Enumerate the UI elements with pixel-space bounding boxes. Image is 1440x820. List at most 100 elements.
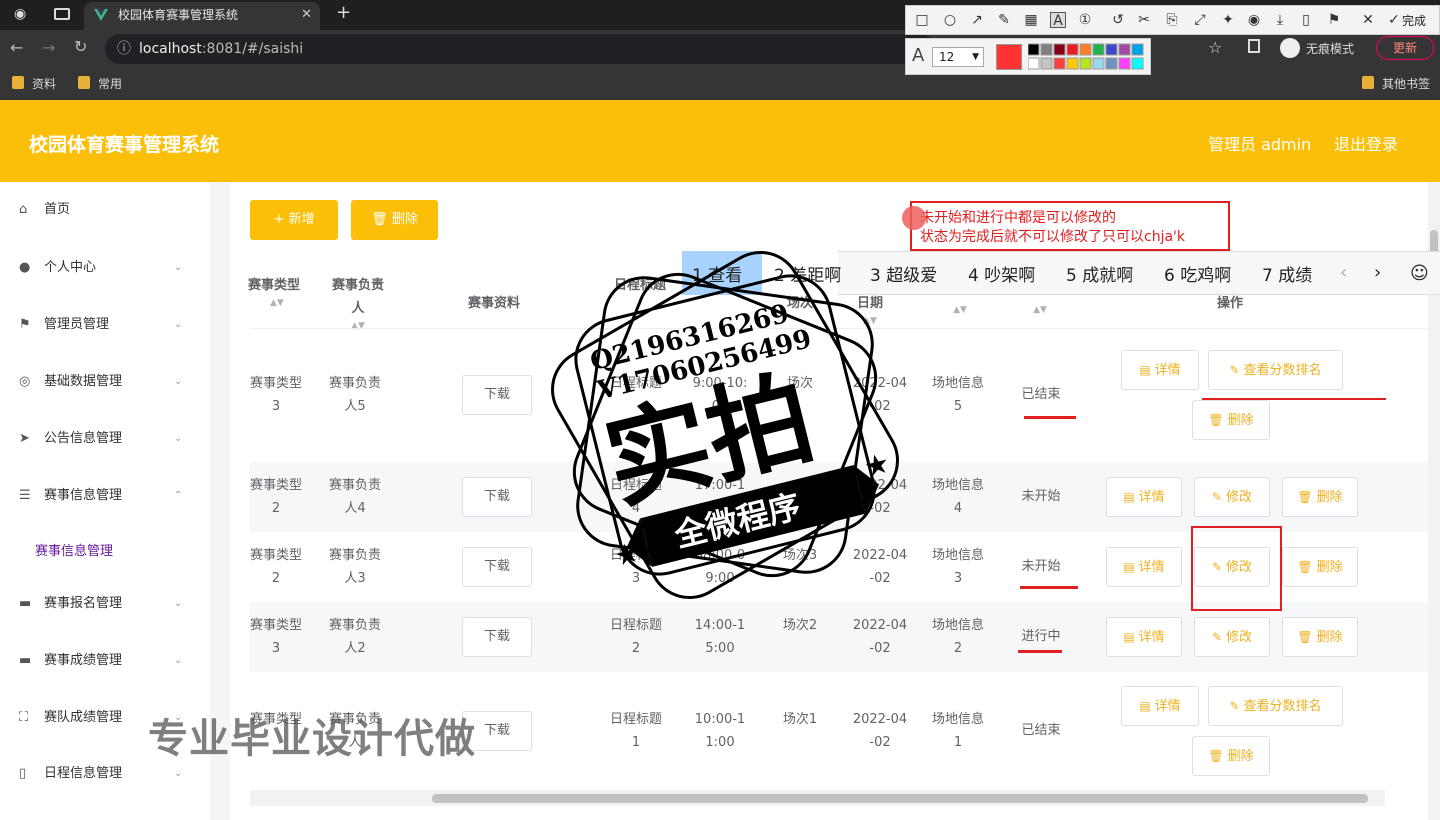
browser-tab[interactable]: 校园体育赛事管理系统 ✕ <box>84 2 320 30</box>
sidebar-item-profile[interactable]: ● 个人中心 ⌄ <box>0 248 210 288</box>
delete-button[interactable]: 🗑 删除 <box>1282 617 1358 657</box>
ellipse-tool-icon[interactable]: ○ <box>942 12 958 28</box>
color-swatch[interactable] <box>1105 43 1118 56</box>
number-tool-icon[interactable]: ① <box>1077 12 1093 28</box>
bookmark-item[interactable]: 常用 <box>78 75 122 92</box>
color-swatch[interactable] <box>1040 57 1053 70</box>
sidebar-item-basedata[interactable]: ◎ 基础数据管理 ⌄ <box>0 362 210 402</box>
phone-icon[interactable]: ▯ <box>1298 12 1314 28</box>
undo-icon[interactable]: ↺ <box>1110 12 1126 28</box>
ime-candidate[interactable]: 6 吃鸡啊 <box>1164 261 1231 286</box>
pin-icon[interactable]: ✦ <box>1220 12 1236 28</box>
color-swatch[interactable] <box>1066 43 1079 56</box>
globe-icon[interactable]: ◉ <box>14 6 26 22</box>
ime-candidate[interactable]: 4 吵架啊 <box>968 261 1035 286</box>
logout-link[interactable]: 退出登录 <box>1334 131 1398 155</box>
color-swatch[interactable] <box>1092 43 1105 56</box>
update-button[interactable]: 更新 <box>1376 36 1434 60</box>
detail-button[interactable]: ▤ 详情 <box>1121 350 1199 390</box>
detail-button[interactable]: ▤ 详情 <box>1106 477 1182 517</box>
sidebar-subitem-event-info[interactable]: 赛事信息管理 <box>35 540 113 559</box>
detail-button[interactable]: ▤ 详情 <box>1121 686 1199 726</box>
color-swatch[interactable] <box>1066 57 1079 70</box>
sidebar-item-score[interactable]: ▬ 赛事成绩管理 ⌄ <box>0 641 210 681</box>
sort-icon[interactable]: ▲▼ <box>248 297 304 309</box>
record-icon[interactable]: ◉ <box>1246 12 1262 28</box>
star-icon[interactable]: ☆ <box>1208 38 1222 57</box>
forward-icon[interactable]: → <box>42 38 55 57</box>
color-swatch[interactable] <box>1105 57 1118 70</box>
edit-button[interactable]: ✎ 修改 <box>1194 617 1270 657</box>
annotation-textbox[interactable]: 未开始和进行中都是可以修改的 状态为完成后就不可以修改了只可以chja'k <box>910 201 1230 251</box>
color-swatch[interactable] <box>1027 43 1040 56</box>
color-swatch[interactable] <box>1079 43 1092 56</box>
bookmark-icon[interactable]: ⚑ <box>1326 12 1342 28</box>
color-swatch[interactable] <box>1079 57 1092 70</box>
sidebar-item-event[interactable]: ☰ 赛事信息管理 ⌃ <box>0 476 210 516</box>
reload-icon[interactable]: ↻ <box>74 37 87 56</box>
arrow-tool-icon[interactable]: ↗ <box>969 12 985 28</box>
done-label[interactable]: 完成 <box>1402 12 1426 29</box>
check-icon[interactable]: ✓ <box>1386 12 1402 28</box>
detail-button[interactable]: ▤ 详情 <box>1106 617 1182 657</box>
view-ranking-button[interactable]: ✎ 查看分数排名 <box>1208 350 1343 390</box>
color-swatch[interactable] <box>1027 57 1040 70</box>
col-header-type[interactable]: 赛事类型 ▲▼ <box>248 274 304 309</box>
add-button[interactable]: + 新增 <box>250 200 338 240</box>
ime-next-icon[interactable]: › <box>1374 262 1381 283</box>
pen-tool-icon[interactable]: ✎ <box>996 12 1012 28</box>
scroll-thumb[interactable] <box>432 794 1368 803</box>
palette-swatches[interactable] <box>1027 43 1148 71</box>
color-swatch[interactable] <box>1131 43 1144 56</box>
col-header-material[interactable]: 赛事资料 <box>454 292 534 315</box>
ime-candidate[interactable]: 7 成绩 <box>1262 261 1312 286</box>
sidebar-item-signup[interactable]: ▬ 赛事报名管理 ⌄ <box>0 584 210 624</box>
new-tab-icon[interactable]: + <box>336 2 351 23</box>
cancel-icon[interactable]: ✕ <box>1360 12 1376 28</box>
color-swatch[interactable] <box>1131 57 1144 70</box>
ime-candidate[interactable]: 5 成就啊 <box>1066 261 1133 286</box>
horizontal-scrollbar[interactable] <box>250 790 1385 806</box>
sidebar-toggle-icon[interactable] <box>1248 39 1260 53</box>
delete-selected-button[interactable]: 🗑 删除 <box>351 200 438 240</box>
download-button[interactable]: 下载 <box>462 477 532 517</box>
color-swatch[interactable] <box>1118 57 1131 70</box>
delete-button[interactable]: 🗑 删除 <box>1282 477 1358 517</box>
window-icon[interactable] <box>54 8 70 20</box>
fullscreen-icon[interactable]: ⤢ <box>1192 12 1208 28</box>
bookmark-item[interactable]: 资料 <box>12 75 56 92</box>
edit-button[interactable]: ✎ 修改 <box>1194 477 1270 517</box>
mosaic-tool-icon[interactable]: ▦ <box>1023 12 1039 28</box>
text-tool-icon[interactable]: A <box>1050 12 1066 29</box>
sort-icon[interactable]: ▲▼ <box>930 304 990 316</box>
delete-button[interactable]: 🗑 删除 <box>1192 736 1270 776</box>
col-header-owner[interactable]: 赛事负责人 ▲▼ <box>326 274 390 332</box>
color-palette[interactable] <box>1027 43 1148 71</box>
sidebar-item-home[interactable]: ⌂ 首页 <box>0 190 210 230</box>
download-button[interactable]: 下载 <box>462 547 532 587</box>
download-icon[interactable]: ⤓ <box>1272 12 1288 28</box>
color-swatch[interactable] <box>1053 57 1066 70</box>
sidebar-item-notice[interactable]: ➤ 公告信息管理 ⌄ <box>0 419 210 459</box>
close-tab-icon[interactable]: ✕ <box>301 2 312 28</box>
delete-button[interactable]: 🗑 删除 <box>1282 547 1358 587</box>
col-header-status-sort[interactable]: ▲▼ <box>1010 304 1070 316</box>
crop-icon[interactable]: ✂ <box>1136 12 1152 28</box>
sidebar-item-admin[interactable]: ⚑ 管理员管理 ⌄ <box>0 305 210 345</box>
col-header-venue-sort[interactable]: ▲▼ <box>930 304 990 316</box>
color-swatch[interactable] <box>1092 57 1105 70</box>
download-button[interactable]: 下载 <box>462 617 532 657</box>
font-size-select[interactable]: 12 ▼ <box>932 47 984 67</box>
current-color-swatch[interactable] <box>996 44 1022 70</box>
color-swatch[interactable] <box>1040 43 1053 56</box>
delete-button[interactable]: 🗑 删除 <box>1192 400 1270 440</box>
info-icon[interactable]: ⓘ <box>117 34 131 64</box>
rectangle-tool-icon[interactable]: □ <box>914 12 930 28</box>
download-button[interactable]: 下载 <box>462 375 532 415</box>
detail-button[interactable]: ▤ 详情 <box>1106 547 1182 587</box>
ime-prev-icon[interactable]: ‹ <box>1340 262 1347 283</box>
view-ranking-button[interactable]: ✎ 查看分数排名 <box>1208 686 1343 726</box>
back-icon[interactable]: ← <box>10 38 23 57</box>
translate-icon[interactable]: ⎘ <box>1164 12 1180 28</box>
url-input[interactable]: ⓘ localhost:8081/#/saishi <box>105 34 935 64</box>
